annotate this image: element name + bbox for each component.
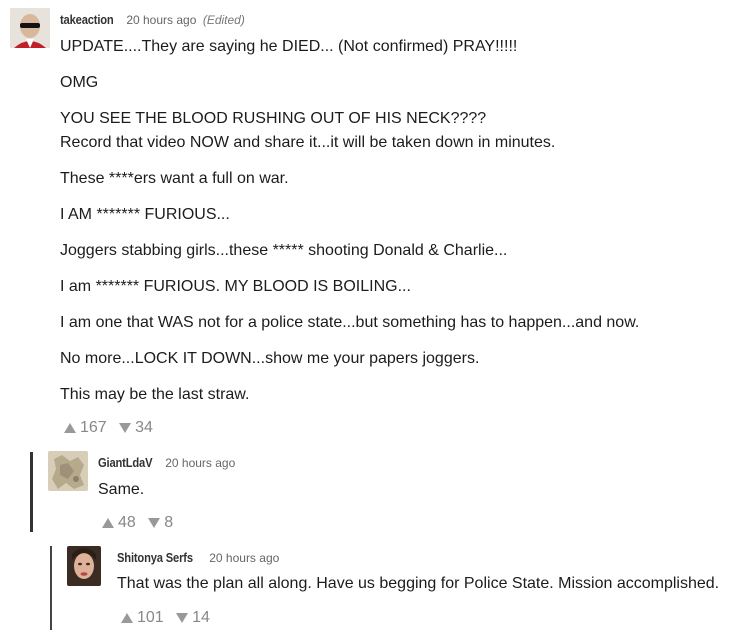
avatar[interactable] (48, 451, 88, 491)
downvote-count: 14 (192, 609, 210, 626)
downvote-button[interactable]: 14 (176, 609, 210, 627)
thread-line (30, 452, 33, 532)
comment-text: These ****ers want a full on war. (60, 170, 289, 187)
comment-text: I am ******* FURIOUS. MY BLOOD IS BOILIN… (60, 278, 411, 295)
avatar[interactable] (10, 8, 50, 48)
comment-shitonya-serfs: Shitonya Serfs 20 hours ago That was the … (58, 542, 733, 632)
downvote-icon (176, 613, 189, 623)
comment-text: YOU SEE THE BLOOD RUSHING OUT OF HIS NEC… (60, 110, 487, 127)
comment-text: OMG (60, 74, 99, 91)
comment-text: Same. (98, 481, 145, 498)
upvote-icon (102, 518, 114, 528)
comment-giantldav: GiantLdaV 20 hours ago Same. 48 8 (40, 448, 730, 538)
vote-bar: 101 14 (121, 609, 218, 628)
comment-takeaction: takeaction 20 hours ago (Edited) UPDATE..… (0, 0, 733, 440)
upvote-button[interactable]: 167 (64, 419, 107, 437)
downvote-icon (148, 518, 161, 528)
author-name[interactable]: GiantLdaV (98, 455, 153, 470)
comment-text: No more...LOCK IT DOWN...show me your pa… (60, 350, 480, 367)
vote-bar: 48 8 (102, 514, 181, 533)
upvote-count: 101 (137, 609, 164, 626)
downvote-button[interactable]: 34 (119, 419, 153, 437)
author-name[interactable]: Shitonya Serfs (117, 550, 193, 565)
comment-header: takeaction 20 hours ago (Edited) (60, 11, 245, 29)
avatar[interactable] (67, 546, 101, 586)
vote-bar: 167 34 (64, 419, 161, 438)
upvote-icon (121, 613, 133, 623)
downvote-count: 8 (164, 514, 174, 531)
comment-header: Shitonya Serfs 20 hours ago (117, 549, 279, 567)
thread-line (50, 546, 52, 630)
timestamp[interactable]: 20 hours ago (209, 551, 279, 565)
comment-text: That was the plan all along. Have us beg… (117, 575, 720, 592)
upvote-count: 167 (80, 419, 107, 436)
downvote-icon (119, 423, 132, 433)
upvote-count: 48 (118, 514, 136, 531)
timestamp[interactable]: 20 hours ago (126, 13, 196, 27)
downvote-count: 34 (135, 419, 153, 436)
timestamp[interactable]: 20 hours ago (165, 456, 235, 470)
author-name[interactable]: takeaction (60, 12, 114, 27)
comment-text: Record that video NOW and share it...it … (60, 134, 556, 151)
upvote-button[interactable]: 48 (102, 514, 136, 532)
comment-text: I am one that WAS not for a police state… (60, 314, 640, 331)
comment-header: GiantLdaV 20 hours ago (98, 454, 235, 472)
upvote-icon (64, 423, 76, 433)
upvote-button[interactable]: 101 (121, 609, 164, 627)
comment-text: UPDATE....They are saying he DIED... (No… (60, 38, 518, 55)
edited-label: (Edited) (202, 13, 245, 27)
comment-text: Joggers stabbing girls...these ***** sho… (60, 242, 508, 259)
comment-text: This may be the last straw. (60, 386, 250, 403)
downvote-button[interactable]: 8 (148, 514, 173, 532)
comment-text: I AM ******* FURIOUS... (60, 206, 230, 223)
